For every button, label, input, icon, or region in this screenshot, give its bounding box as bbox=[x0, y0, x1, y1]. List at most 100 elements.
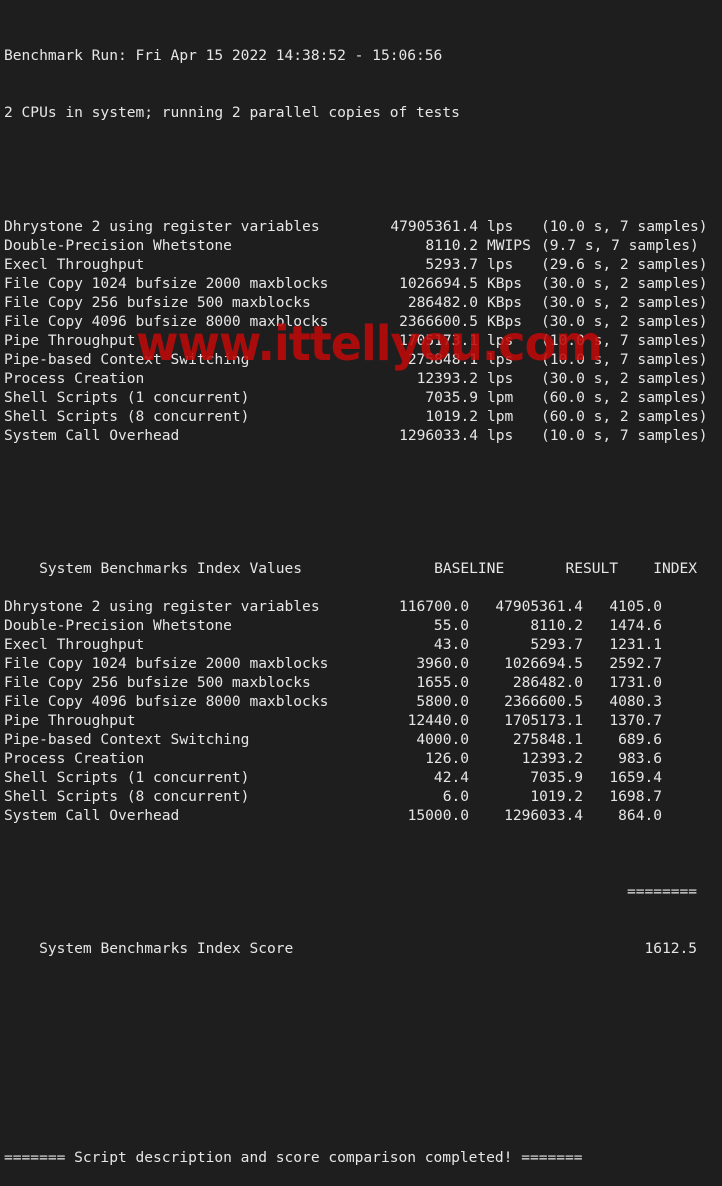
index-result: 12393.2 bbox=[521, 750, 583, 767]
index-test-name: Pipe Throughput bbox=[4, 712, 136, 729]
column-header-result: RESULT bbox=[565, 560, 619, 577]
index-separator: ======== bbox=[626, 883, 698, 900]
test-detail: (10.0 s, 7 samples) bbox=[541, 351, 708, 368]
raw-result-row: File Copy 4096 bufsize 8000 maxblocks 236… bbox=[4, 312, 708, 331]
test-name: Pipe-based Context Switching bbox=[4, 351, 250, 368]
test-unit: lpm bbox=[487, 408, 514, 425]
index-baseline: 43.0 bbox=[433, 636, 469, 653]
index-value: 1659.4 bbox=[609, 769, 662, 786]
index-value: 1731.0 bbox=[609, 674, 662, 691]
index-table-title: System Benchmarks Index Values bbox=[39, 560, 303, 577]
index-value: 4105.0 bbox=[609, 598, 662, 615]
test-unit: lps bbox=[487, 332, 514, 349]
index-table-row: Shell Scripts (1 concurrent) 42.4 7035.9 16… bbox=[4, 768, 708, 787]
test-name: File Copy 1024 bufsize 2000 maxblocks bbox=[4, 275, 329, 292]
index-baseline: 6.0 bbox=[442, 788, 469, 805]
test-name: Pipe Throughput bbox=[4, 332, 136, 349]
index-result: 1019.2 bbox=[530, 788, 583, 805]
test-name: File Copy 4096 bufsize 8000 maxblocks bbox=[4, 313, 329, 330]
index-result: 1296033.4 bbox=[504, 807, 583, 824]
test-unit: KBps bbox=[487, 275, 523, 292]
test-detail: (30.0 s, 2 samples) bbox=[541, 294, 708, 311]
raw-result-row: Execl Throughput 5293.7 lps (29.6 s, 2 samp… bbox=[4, 255, 708, 274]
raw-result-row: Pipe Throughput 1705173.1 lps (10.0 s, 7 sa… bbox=[4, 331, 708, 350]
index-result: 286482.0 bbox=[512, 674, 583, 691]
index-baseline: 126.0 bbox=[425, 750, 469, 767]
index-test-name: Process Creation bbox=[4, 750, 145, 767]
test-unit: lpm bbox=[487, 389, 514, 406]
test-detail: (60.0 s, 2 samples) bbox=[541, 389, 708, 406]
test-detail: (30.0 s, 2 samples) bbox=[541, 313, 708, 330]
test-value: 5293.7 bbox=[425, 256, 478, 273]
terminal-output: Benchmark Run: Fri Apr 15 2022 14:38:52 … bbox=[4, 8, 708, 1186]
test-detail: (30.0 s, 2 samples) bbox=[541, 370, 708, 387]
raw-result-row: Dhrystone 2 using register variables 4790… bbox=[4, 217, 708, 236]
test-detail: (10.0 s, 7 samples) bbox=[541, 427, 708, 444]
test-detail: (60.0 s, 2 samples) bbox=[541, 408, 708, 425]
test-value: 1296033.4 bbox=[399, 427, 478, 444]
test-name: Double-Precision Whetstone bbox=[4, 237, 232, 254]
test-name: Shell Scripts (1 concurrent) bbox=[4, 389, 250, 406]
test-detail: (9.7 s, 7 samples) bbox=[541, 237, 699, 254]
index-value: 1698.7 bbox=[609, 788, 662, 805]
index-value: 1474.6 bbox=[609, 617, 662, 634]
test-detail: (10.0 s, 7 samples) bbox=[541, 218, 708, 235]
test-value: 1705173.1 bbox=[399, 332, 478, 349]
index-test-name: Shell Scripts (1 concurrent) bbox=[4, 769, 250, 786]
index-baseline: 12440.0 bbox=[407, 712, 469, 729]
index-baseline: 1655.0 bbox=[416, 674, 469, 691]
index-table-row: Pipe Throughput 12440.0 1705173.1 1370.7 bbox=[4, 711, 708, 730]
test-detail: (29.6 s, 2 samples) bbox=[541, 256, 708, 273]
test-unit: lps bbox=[487, 256, 514, 273]
index-table-header: System Benchmarks Index Values BASELINE RE… bbox=[4, 540, 708, 577]
index-table-row: Pipe-based Context Switching 4000.0 275848… bbox=[4, 730, 708, 749]
cpu-info-line: 2 CPUs in system; running 2 parallel cop… bbox=[4, 104, 460, 121]
test-value: 286482.0 bbox=[407, 294, 478, 311]
index-value: 2592.7 bbox=[609, 655, 662, 672]
index-value: 864.0 bbox=[618, 807, 662, 824]
index-table-row: File Copy 256 bufsize 500 maxblocks 1655.… bbox=[4, 673, 708, 692]
test-value: 7035.9 bbox=[425, 389, 478, 406]
test-unit: KBps bbox=[487, 313, 523, 330]
test-name: File Copy 256 bufsize 500 maxblocks bbox=[4, 294, 311, 311]
index-baseline: 55.0 bbox=[433, 617, 469, 634]
test-value: 1026694.5 bbox=[399, 275, 478, 292]
test-value: 8110.2 bbox=[425, 237, 478, 254]
index-baseline: 4000.0 bbox=[416, 731, 469, 748]
raw-result-row: File Copy 256 bufsize 500 maxblocks 28648… bbox=[4, 293, 708, 312]
test-name: Shell Scripts (8 concurrent) bbox=[4, 408, 250, 425]
index-table-row: Execl Throughput 43.0 5293.7 1231.1 bbox=[4, 635, 708, 654]
index-baseline: 116700.0 bbox=[399, 598, 470, 615]
test-value: 1019.2 bbox=[425, 408, 478, 425]
test-unit: lps bbox=[487, 351, 514, 368]
index-result: 1705173.1 bbox=[504, 712, 583, 729]
test-unit: lps bbox=[487, 370, 514, 387]
index-baseline: 42.4 bbox=[433, 769, 469, 786]
separator-line: ======== bbox=[4, 863, 708, 900]
index-table-row: Shell Scripts (8 concurrent) 6.0 1019.2 169… bbox=[4, 787, 708, 806]
index-baseline: 15000.0 bbox=[407, 807, 469, 824]
test-name: Dhrystone 2 using register variables bbox=[4, 218, 320, 235]
column-header-index: INDEX bbox=[653, 560, 698, 577]
raw-result-row: Pipe-based Context Switching 275848.1 lps (… bbox=[4, 350, 708, 369]
index-test-name: Double-Precision Whetstone bbox=[4, 617, 232, 634]
index-result: 1026694.5 bbox=[504, 655, 583, 672]
raw-result-row: File Copy 1024 bufsize 2000 maxblocks 102… bbox=[4, 274, 708, 293]
test-value: 12393.2 bbox=[416, 370, 478, 387]
raw-results-list: Dhrystone 2 using register variables 4790… bbox=[4, 217, 708, 445]
raw-result-row: System Call Overhead 1296033.4 lps (10.0 s,… bbox=[4, 426, 708, 445]
index-table-row: Double-Precision Whetstone 55.0 8110.2 1474… bbox=[4, 616, 708, 635]
index-score-line: System Benchmarks Index Score 1612.5 bbox=[4, 920, 708, 957]
completed-line: ======= Script description and score com… bbox=[4, 1149, 583, 1166]
test-name: System Call Overhead bbox=[4, 427, 180, 444]
test-unit: lps bbox=[487, 427, 514, 444]
index-score-value: 1612.5 bbox=[644, 940, 698, 957]
test-name: Execl Throughput bbox=[4, 256, 145, 273]
index-score-label: System Benchmarks Index Score bbox=[39, 940, 294, 957]
index-test-name: Execl Throughput bbox=[4, 636, 145, 653]
